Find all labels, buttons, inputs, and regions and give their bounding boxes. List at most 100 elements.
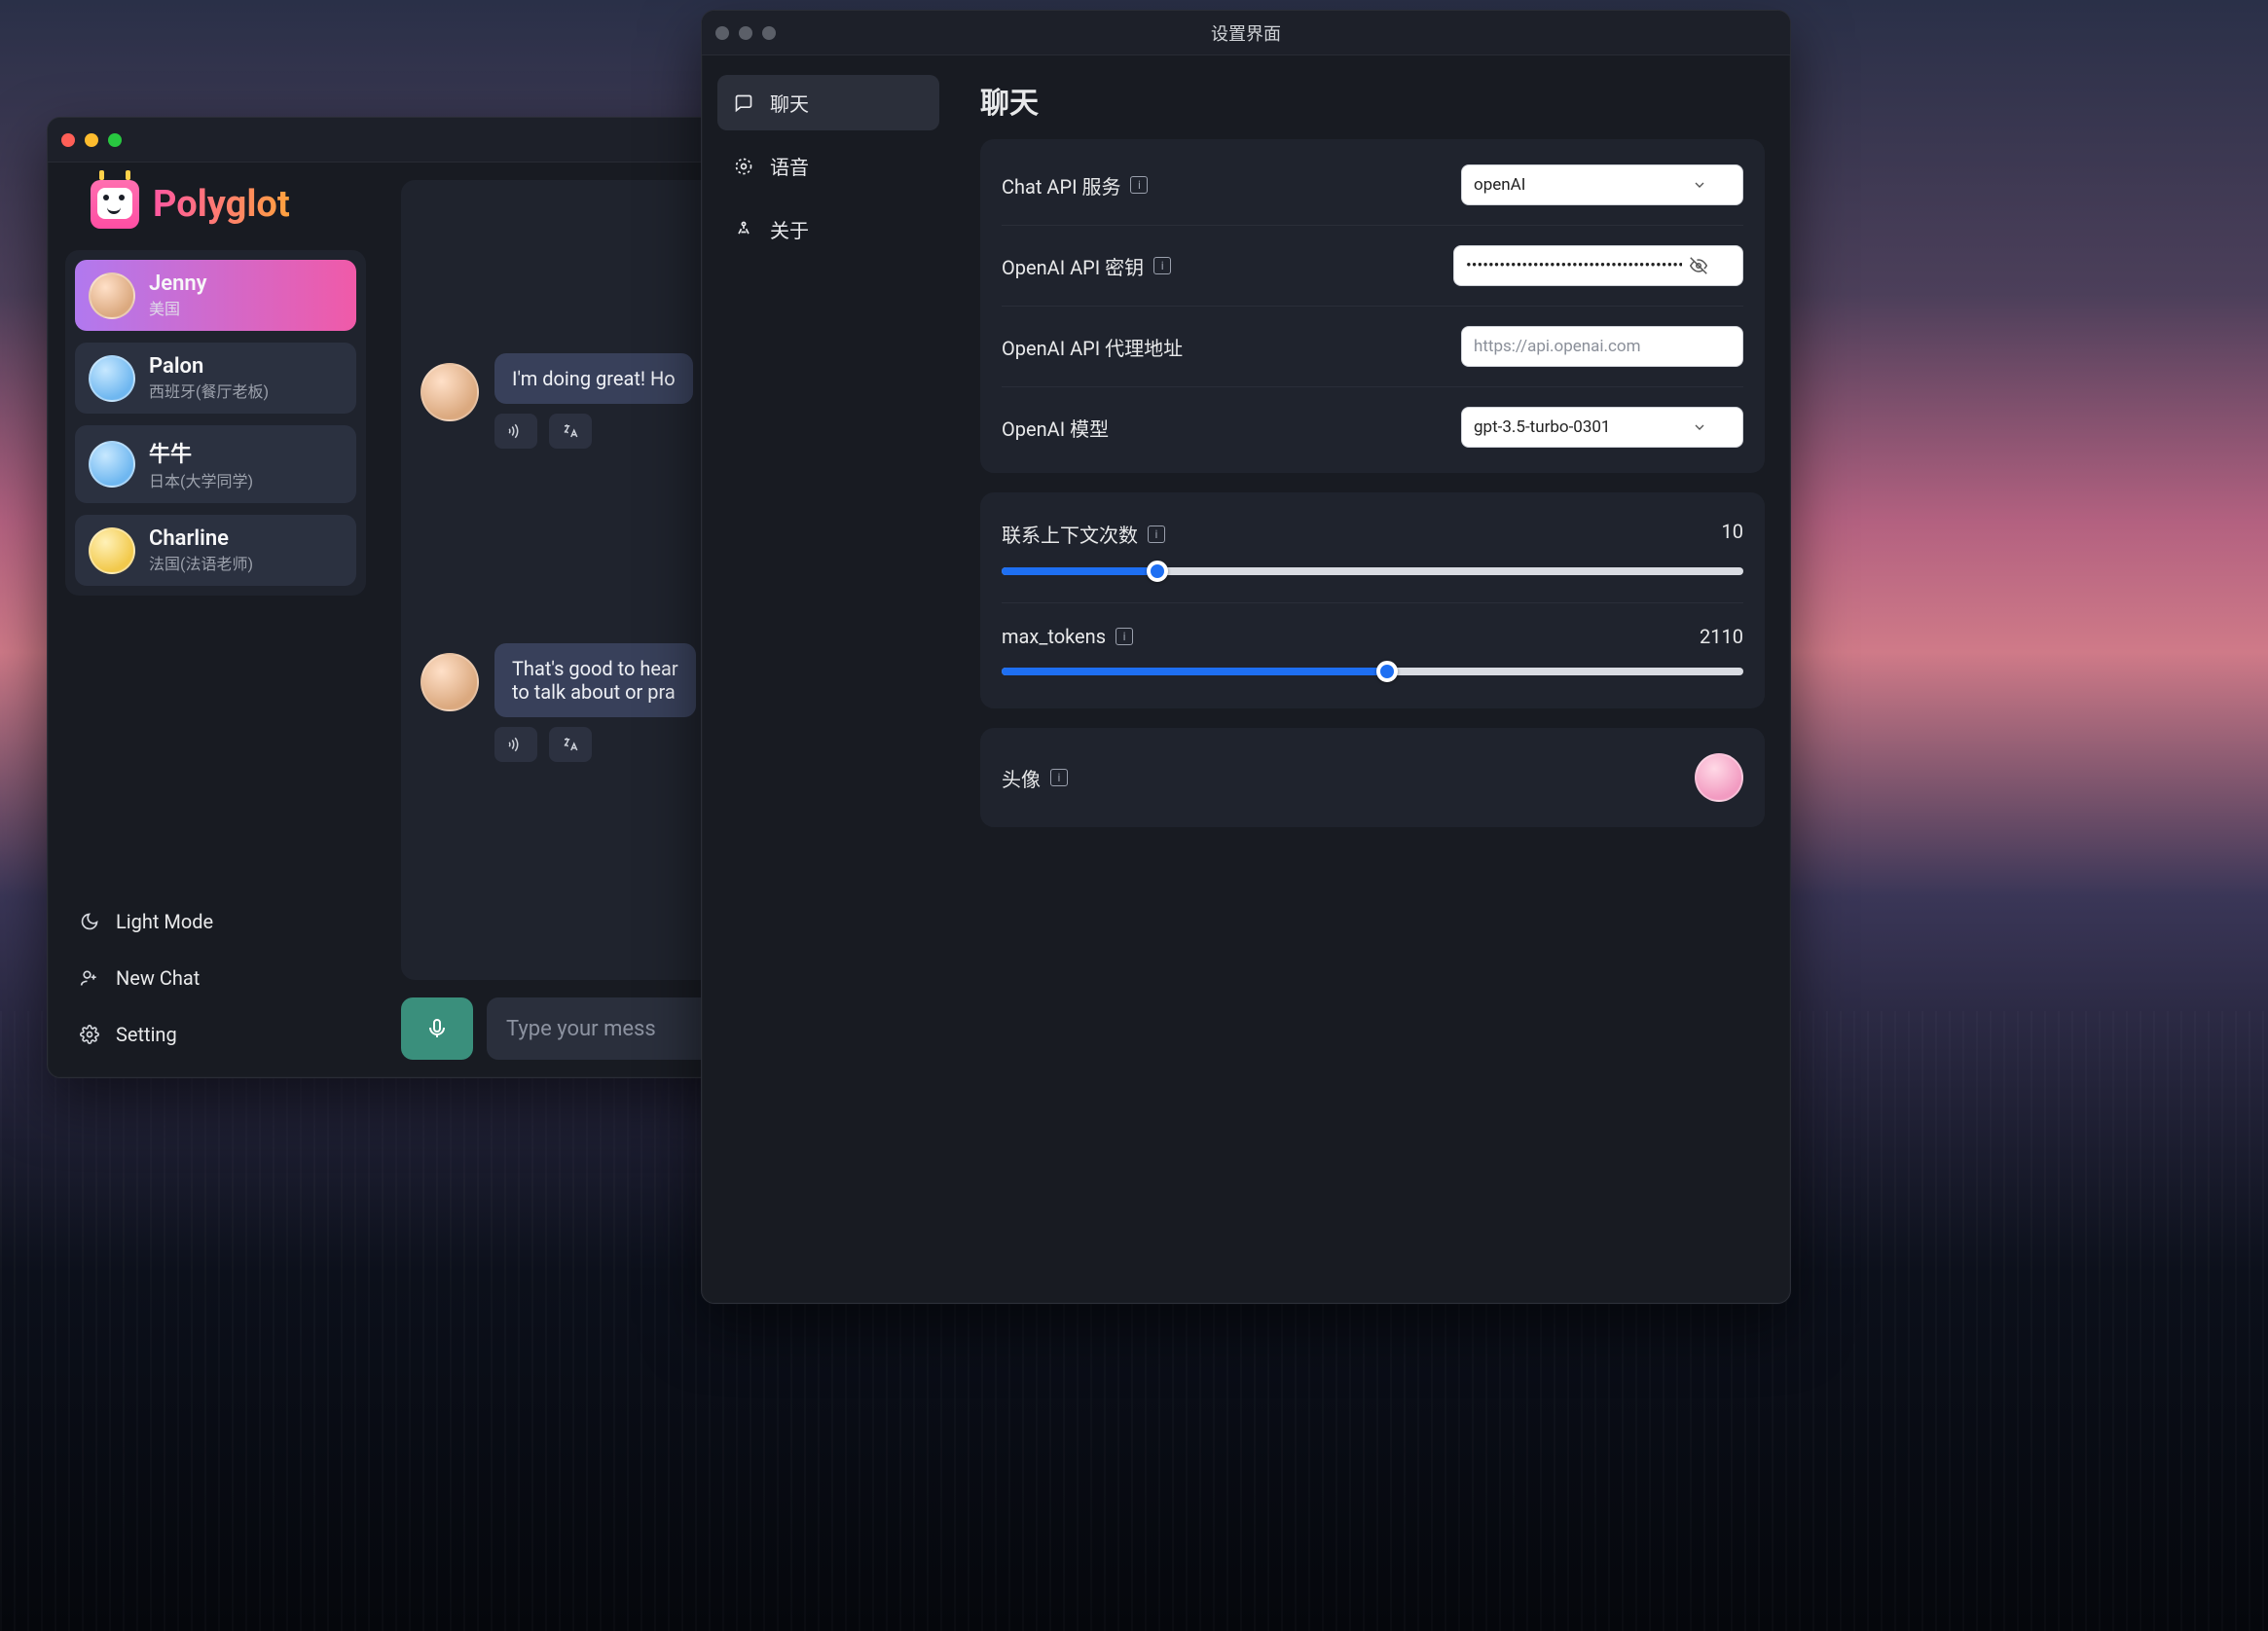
zoom-dot-icon[interactable] bbox=[762, 26, 776, 40]
avatar-icon bbox=[421, 363, 479, 421]
mic-button[interactable] bbox=[401, 997, 473, 1060]
api-service-label: Chat API 服务 bbox=[1002, 171, 1120, 199]
message-bubble: That's good to hear to talk about or pra bbox=[494, 643, 696, 717]
contact-sub: 西班牙(餐厅老板) bbox=[149, 379, 269, 402]
contacts-list: Jenny 美国 Palon 西班牙(餐厅老板) 牛牛 日本(大学同学) bbox=[65, 250, 366, 596]
translate-button[interactable] bbox=[549, 727, 592, 762]
new-chat-label: New Chat bbox=[116, 966, 200, 990]
brand-logo-icon bbox=[91, 180, 139, 229]
contact-charline[interactable]: Charline 法国(法语老师) bbox=[75, 515, 356, 586]
avatar-icon bbox=[89, 355, 135, 402]
max-tokens-value: 2110 bbox=[1700, 625, 1743, 648]
info-icon[interactable]: i bbox=[1116, 628, 1133, 645]
brand-title: Polyglot bbox=[153, 183, 290, 226]
contact-name: Palon bbox=[149, 354, 269, 379]
api-service-select[interactable]: openAI bbox=[1461, 164, 1743, 205]
settings-main: 聊天 Chat API 服务 i openAI bbox=[955, 55, 1790, 1303]
info-icon[interactable]: i bbox=[1153, 257, 1171, 274]
model-select[interactable]: gpt-3.5-turbo-0301 bbox=[1461, 407, 1743, 448]
contact-niuniu[interactable]: 牛牛 日本(大学同学) bbox=[75, 425, 356, 503]
settings-card-sliders: 联系上下文次数 i 10 max_tokens bbox=[980, 492, 1765, 708]
chevron-down-icon bbox=[1692, 419, 1707, 435]
settings-titlebar[interactable]: 设置界面 bbox=[702, 11, 1790, 55]
row-context-count: 联系上下文次数 i 10 bbox=[1002, 498, 1743, 603]
nav-voice[interactable]: 语音 bbox=[717, 138, 939, 194]
message-tools bbox=[494, 414, 693, 449]
close-dot-icon[interactable] bbox=[61, 133, 75, 147]
nav-voice-label: 语音 bbox=[770, 152, 809, 180]
avatar-icon bbox=[421, 653, 479, 711]
info-icon[interactable]: i bbox=[1148, 526, 1165, 543]
proxy-input[interactable] bbox=[1474, 337, 1707, 356]
api-key-label: OpenAI API 密钥 bbox=[1002, 252, 1144, 280]
contact-sub: 法国(法语老师) bbox=[149, 551, 253, 574]
brand: Polyglot bbox=[65, 163, 366, 236]
settings-card-avatar: 头像 i bbox=[980, 728, 1765, 827]
eye-off-icon[interactable] bbox=[1690, 257, 1707, 274]
contact-jenny[interactable]: Jenny 美国 bbox=[75, 260, 356, 331]
nav-about[interactable]: 关于 bbox=[717, 201, 939, 257]
max-tokens-label: max_tokens bbox=[1002, 625, 1106, 648]
light-mode-button[interactable]: Light Mode bbox=[71, 896, 360, 947]
new-chat-icon bbox=[79, 967, 100, 989]
slider-thumb[interactable] bbox=[1376, 661, 1398, 682]
minimize-dot-icon[interactable] bbox=[85, 133, 98, 147]
row-api-service: Chat API 服务 i openAI bbox=[1002, 145, 1743, 226]
api-key-input[interactable] bbox=[1466, 256, 1682, 275]
info-icon[interactable]: i bbox=[1050, 769, 1068, 786]
main-traffic-lights bbox=[61, 133, 122, 147]
zoom-dot-icon[interactable] bbox=[108, 133, 122, 147]
chevron-down-icon bbox=[1692, 177, 1707, 193]
settings-nav: 聊天 语音 关于 bbox=[702, 55, 955, 1303]
settings-window: 设置界面 聊天 语音 关于 聊天 bbox=[701, 10, 1791, 1304]
new-chat-button[interactable]: New Chat bbox=[71, 953, 360, 1003]
message-bubble: I'm doing great! Ho bbox=[494, 353, 693, 404]
context-label: 联系上下文次数 bbox=[1002, 520, 1138, 548]
setting-button[interactable]: Setting bbox=[71, 1009, 360, 1060]
play-audio-button[interactable] bbox=[494, 414, 537, 449]
row-max-tokens: max_tokens i 2110 bbox=[1002, 603, 1743, 703]
contact-sub: 美国 bbox=[149, 296, 207, 319]
sidebar-actions: Light Mode New Chat Setting bbox=[65, 896, 366, 1060]
context-slider[interactable] bbox=[1002, 562, 1743, 581]
api-service-value: openAI bbox=[1474, 175, 1525, 195]
moon-icon bbox=[79, 911, 100, 932]
avatar-icon bbox=[89, 441, 135, 488]
row-api-key: OpenAI API 密钥 i bbox=[1002, 226, 1743, 307]
settings-heading: 聊天 bbox=[980, 79, 1765, 122]
message-tools bbox=[494, 727, 696, 762]
nav-about-label: 关于 bbox=[770, 215, 809, 243]
settings-window-title: 设置界面 bbox=[702, 20, 1790, 46]
row-proxy: OpenAI API 代理地址 bbox=[1002, 307, 1743, 387]
proxy-label: OpenAI API 代理地址 bbox=[1002, 333, 1183, 361]
max-tokens-slider[interactable] bbox=[1002, 662, 1743, 681]
about-icon bbox=[733, 219, 754, 240]
contact-palon[interactable]: Palon 西班牙(餐厅老板) bbox=[75, 343, 356, 414]
contact-sub: 日本(大学同学) bbox=[149, 468, 253, 491]
nav-chat[interactable]: 聊天 bbox=[717, 75, 939, 130]
settings-traffic-lights bbox=[715, 26, 776, 40]
translate-button[interactable] bbox=[549, 414, 592, 449]
chat-icon bbox=[733, 92, 754, 114]
avatar-icon bbox=[89, 527, 135, 574]
row-avatar: 头像 i bbox=[1002, 734, 1743, 821]
minimize-dot-icon[interactable] bbox=[739, 26, 752, 40]
light-mode-label: Light Mode bbox=[116, 910, 213, 933]
gear-icon bbox=[79, 1024, 100, 1045]
avatar-label: 头像 bbox=[1002, 764, 1041, 792]
avatar-preview[interactable] bbox=[1695, 753, 1743, 802]
voice-icon bbox=[733, 156, 754, 177]
avatar-icon bbox=[89, 272, 135, 319]
slider-thumb[interactable] bbox=[1147, 561, 1168, 582]
model-label: OpenAI 模型 bbox=[1002, 414, 1109, 442]
proxy-field[interactable] bbox=[1461, 326, 1743, 367]
api-key-field[interactable] bbox=[1453, 245, 1743, 286]
play-audio-button[interactable] bbox=[494, 727, 537, 762]
info-icon[interactable]: i bbox=[1130, 176, 1148, 194]
settings-card-api: Chat API 服务 i openAI OpenAI API 密钥 i bbox=[980, 139, 1765, 473]
nav-chat-label: 聊天 bbox=[770, 89, 809, 117]
sidebar: Polyglot Jenny 美国 Palon 西班牙(餐厅老板) bbox=[48, 163, 384, 1077]
close-dot-icon[interactable] bbox=[715, 26, 729, 40]
contact-name: 牛牛 bbox=[149, 437, 253, 468]
setting-label: Setting bbox=[116, 1023, 177, 1046]
